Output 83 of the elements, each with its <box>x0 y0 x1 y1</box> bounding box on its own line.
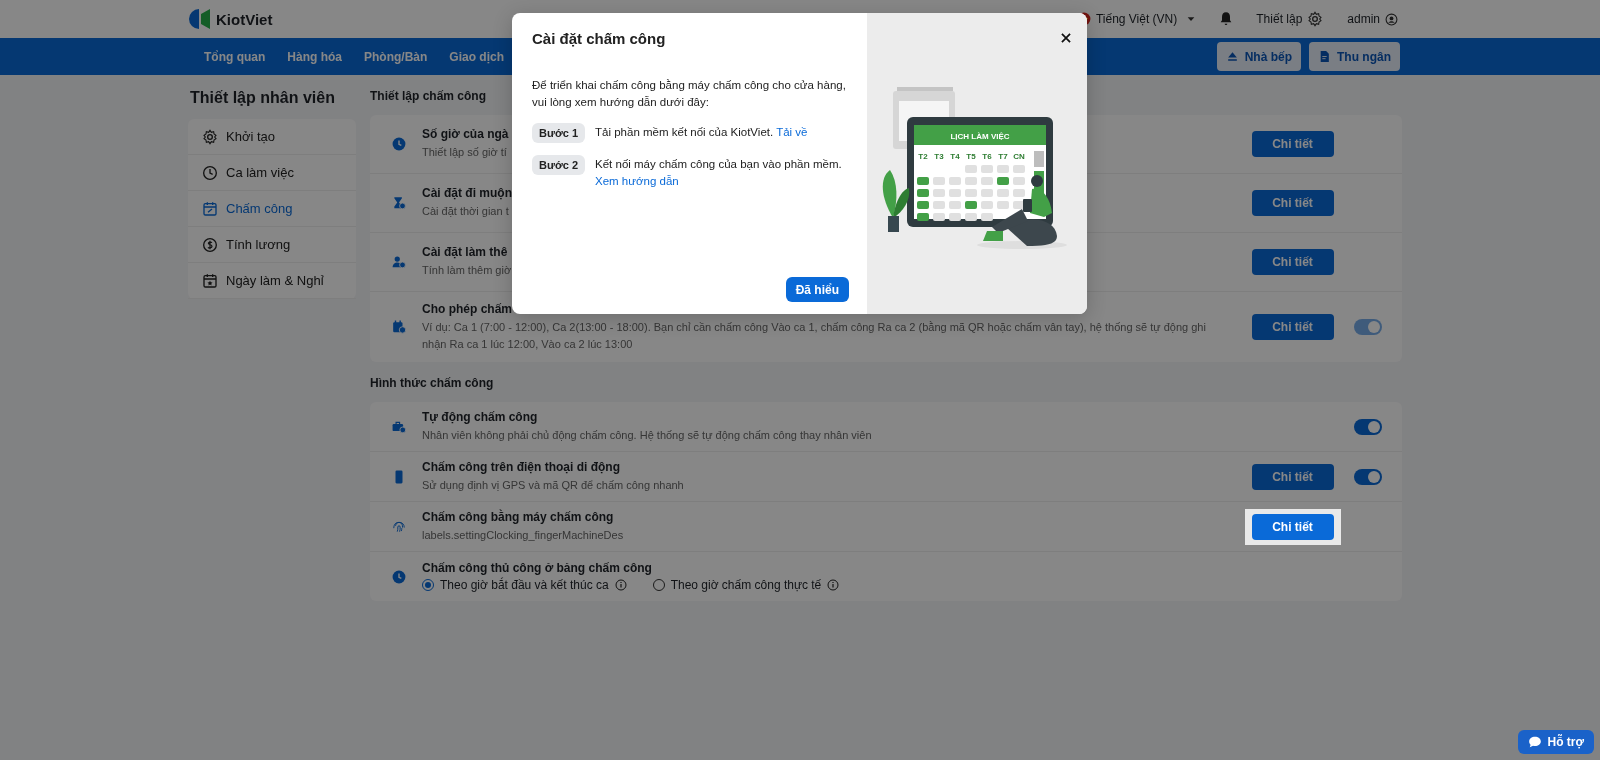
weekday-label: T4 <box>950 152 960 161</box>
user-icon <box>1385 12 1398 26</box>
setting-description: Nhân viên không phải chủ động chấm công. Hệ thống sẽ tự động chấm công thay nhân viên <box>422 427 872 443</box>
setting-title: Chấm công trên điện thoại di động <box>422 459 620 474</box>
close-button[interactable] <box>1059 31 1073 45</box>
weekday-label: T3 <box>934 152 944 161</box>
setting-description: Tính làm thêm giờ <box>422 263 512 278</box>
step-text: Tải phần mềm kết nối của KiotViet. Tải về <box>595 125 808 140</box>
setting-title: Chấm công thủ công ở bảng chấm công <box>422 561 652 575</box>
toggle-switch[interactable] <box>1354 418 1382 435</box>
gear-icon <box>202 128 218 145</box>
setting-title: Cài đặt làm thê <box>422 245 508 259</box>
weekday-label: T2 <box>918 152 928 161</box>
nav-item[interactable]: Hàng hóa <box>287 49 342 64</box>
nav-button[interactable]: Nhà bếp <box>1216 42 1301 71</box>
setting-title: Chấm công bằng máy chấm công <box>422 509 614 524</box>
logo-text: KiotViet <box>216 10 273 28</box>
eject-icon <box>1225 50 1239 63</box>
step-link[interactable]: Tải về <box>776 126 808 138</box>
step-link[interactable]: Xem hướng dẫn <box>595 175 679 187</box>
fingerprint-icon <box>392 519 406 534</box>
setting-description: Thiết lập số giờ tí <box>422 145 507 160</box>
setting-description: Sử dụng định vị GPS và mã QR để chấm công nhanh <box>422 477 684 493</box>
dollar-icon <box>202 236 218 253</box>
nav-item[interactable]: Phòng/Bàn <box>364 49 428 64</box>
confirm-button[interactable]: Đã hiểu <box>785 277 849 302</box>
detail-button[interactable]: Chi tiết <box>1251 513 1334 540</box>
user-name[interactable]: admin <box>1347 12 1380 26</box>
radio-label[interactable]: Theo giờ bắt đầu và kết thúc ca <box>440 578 609 592</box>
close-icon <box>1059 31 1073 45</box>
setting-description: Ví dụ: Ca 1 (7:00 - 12:00), Ca 2(13:00 - 18:00). Bạn chỉ cần chấm công Vào ca 1, chấm công Ra ca 2 (bằng mã QR hoặc chấm vân tay), hệ thống sẽ tự động ghi nhận Ra ca 1 lúc 12:00, Vào ca 2 lúc 13:00 <box>422 319 1207 352</box>
setting-description: Cài đặt thời gian t <box>422 204 509 219</box>
caret-icon <box>1186 14 1197 24</box>
info-icon <box>614 579 627 591</box>
detail-button[interactable]: Chi tiết <box>1251 131 1334 157</box>
detail-button[interactable]: Chi tiết <box>1251 463 1334 490</box>
weekday-label: T6 <box>982 152 992 161</box>
nav-item[interactable]: Tổng quan <box>204 49 266 64</box>
solid-clock-icon <box>392 569 406 584</box>
detail-button[interactable]: Chi tiết <box>1251 314 1334 340</box>
detail-button[interactable]: Chi tiết <box>1251 249 1334 275</box>
sidebar-item[interactable]: Khởi tạo <box>188 119 356 155</box>
step-badge: Bước 1 <box>532 123 586 143</box>
sidebar-title: Thiết lập nhân viên <box>190 89 336 108</box>
gear-icon <box>1307 11 1324 27</box>
toggle-switch[interactable] <box>1354 468 1382 485</box>
nav-button[interactable]: Thu ngân <box>1309 42 1400 71</box>
nav-item[interactable]: Giao dịch <box>449 49 504 64</box>
language-selector[interactable]: Tiếng Việt (VN) <box>1095 12 1178 26</box>
hourglass-icon <box>392 196 406 210</box>
calendar-clock-icon <box>392 320 406 334</box>
info-icon <box>827 579 840 591</box>
modal-title: Cài đặt chấm công <box>532 29 666 47</box>
solid-clock-icon <box>392 137 406 151</box>
doc-icon <box>1318 50 1331 63</box>
sidebar-item[interactable]: Chấm công <box>188 191 356 227</box>
setting-title: Cài đặt đi muộn <box>422 186 512 200</box>
step-text: Kết nối máy chấm công của bạn vào phần mềm. Xem hướng dẫn <box>595 157 843 189</box>
sidebar-item[interactable]: Ngày làm & Nghỉ <box>188 263 356 299</box>
help-button[interactable]: Hỗ trợ <box>1518 730 1594 754</box>
detail-button[interactable]: Chi tiết <box>1251 190 1334 216</box>
weekday-label: CN <box>1013 152 1025 161</box>
section-title: Thiết lập chấm công <box>370 89 486 105</box>
setting-description: labels.settingClocking_fingerMachineDes <box>422 527 624 543</box>
weekday-label: T5 <box>966 152 976 161</box>
weekday-label: T7 <box>998 152 1008 161</box>
section-title: Hình thức chấm công <box>370 376 494 392</box>
setting-title: Cho phép chấm <box>422 301 512 316</box>
setting-title: Số giờ của ngà <box>422 127 509 141</box>
radio-label[interactable]: Theo giờ chấm công thực tế <box>670 578 822 592</box>
sidebar-item[interactable]: Ca làm việc <box>188 155 356 191</box>
chat-icon <box>1528 735 1543 749</box>
step-badge: Bước 2 <box>532 155 586 175</box>
briefcase-clock-icon <box>392 419 406 434</box>
tablet-heading: LỊCH LÀM VIỆC <box>950 132 1010 141</box>
clock-icon <box>202 164 218 181</box>
calendar-icon <box>202 200 218 217</box>
setting-title: Tự động chấm công <box>422 409 538 424</box>
logo-icon <box>188 8 212 30</box>
user-clock-icon <box>392 255 406 269</box>
settings-link[interactable]: Thiết lập <box>1256 12 1303 26</box>
sidebar-item[interactable]: Tính lương <box>188 227 356 263</box>
modal-intro: Để triển khai chấm công bằng máy chấm công cho cửa hàng, vui lòng xem hướng dẫn dưới đây: <box>532 78 847 110</box>
